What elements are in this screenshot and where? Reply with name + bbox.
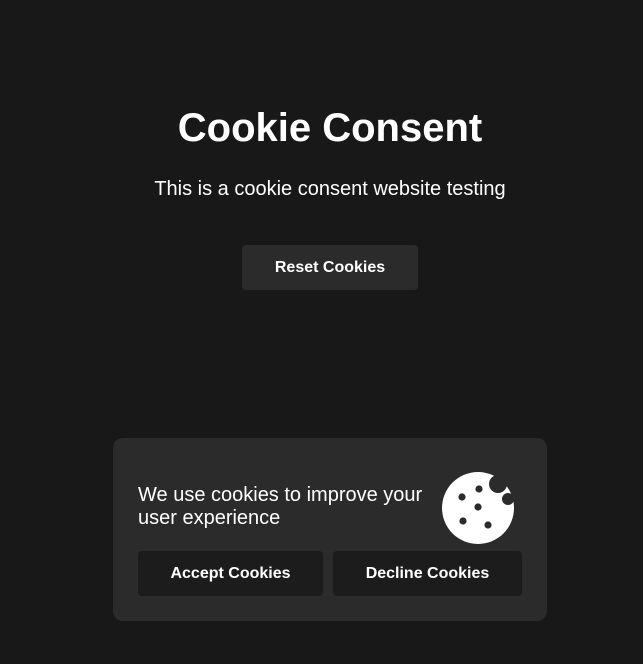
cookie-consent-banner: We use cookies to improve your user expe… bbox=[113, 438, 547, 621]
page: Cookie Consent This is a cookie consent … bbox=[0, 0, 643, 664]
decline-cookies-button[interactable]: Decline Cookies bbox=[333, 551, 522, 596]
cookie-icon bbox=[442, 472, 514, 544]
page-title: Cookie Consent bbox=[177, 106, 483, 150]
accept-cookies-button[interactable]: Accept Cookies bbox=[138, 551, 323, 596]
page-subtitle: This is a cookie consent website testing bbox=[154, 178, 506, 200]
cookie-banner-message: We use cookies to improve your user expe… bbox=[138, 484, 423, 529]
reset-cookies-button[interactable]: Reset Cookies bbox=[242, 245, 418, 290]
